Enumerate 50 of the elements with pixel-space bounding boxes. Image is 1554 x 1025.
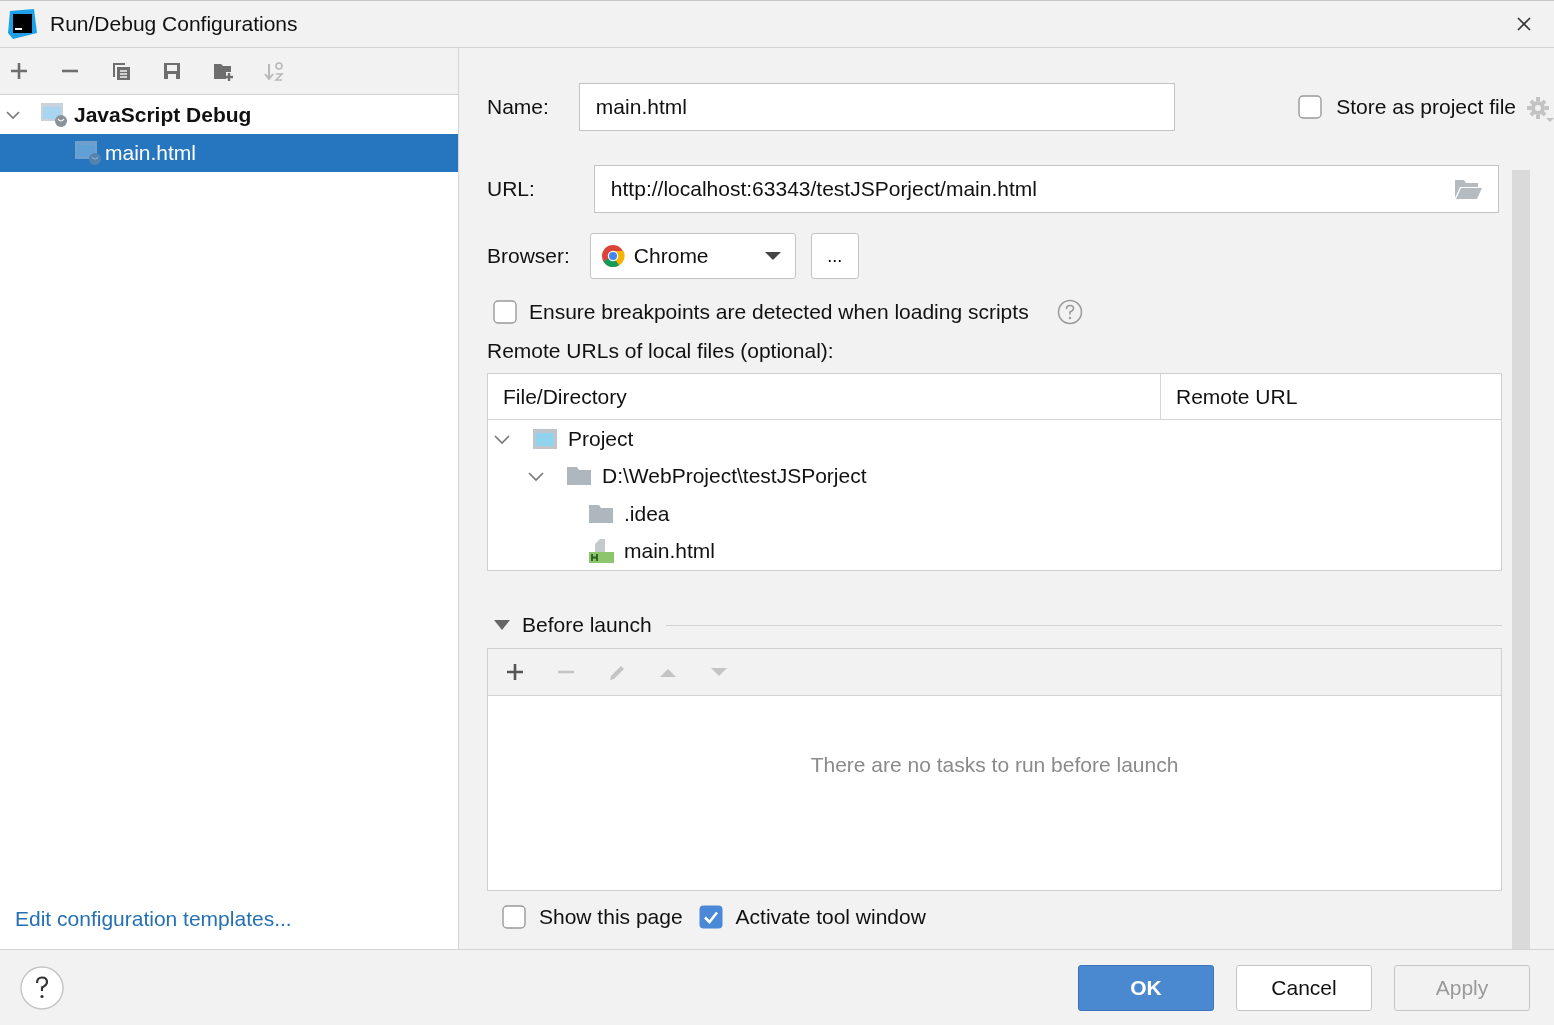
config-icon	[74, 139, 102, 167]
dialog-button[interactable]: OK	[1078, 964, 1214, 1011]
store-label: Store as project file	[1336, 95, 1516, 119]
folder-icon[interactable]	[1453, 178, 1482, 200]
name-label: Name:	[487, 95, 549, 119]
section-title[interactable]: Before launch	[522, 613, 652, 637]
empty-message: There are no tasks to run before launch	[810, 753, 1179, 777]
browser-icon	[600, 244, 625, 268]
tree-item[interactable]: main.html	[0, 134, 458, 172]
collapse-icon[interactable]	[494, 619, 510, 631]
column-header[interactable]: File/Directory	[488, 374, 1161, 419]
url-label: URL:	[487, 177, 535, 201]
name-field[interactable]: main.html	[578, 83, 1175, 131]
tree-item[interactable]: main.html	[624, 539, 716, 564]
help-icon[interactable]	[20, 965, 64, 1010]
dialog-button[interactable]: Cancel	[1236, 964, 1372, 1011]
add-icon[interactable]	[9, 61, 29, 81]
browser-dropdown[interactable]: Chrome	[589, 233, 796, 279]
tree-item[interactable]: .idea	[624, 501, 670, 526]
app-logo	[7, 9, 37, 39]
config-icon	[40, 101, 68, 129]
close-icon[interactable]	[1516, 16, 1532, 32]
show-page-label: Show this page	[539, 905, 683, 929]
new-folder-icon[interactable]	[213, 61, 233, 81]
templates-link[interactable]: Edit configuration templates...	[15, 907, 292, 930]
save-icon[interactable]	[162, 61, 182, 81]
checkbox[interactable]	[698, 905, 723, 929]
scrollbar[interactable]	[1512, 170, 1530, 949]
browser-label: Browser:	[487, 244, 570, 268]
window-title: Run/Debug Configurations	[50, 12, 298, 36]
url-field[interactable]: http://localhost:63343/testJSPorject/main.html	[593, 165, 1499, 213]
project-icon	[532, 427, 558, 450]
column-header[interactable]: Remote URL	[1161, 374, 1298, 419]
copy-icon[interactable]	[111, 61, 131, 81]
checkbox[interactable]	[1298, 95, 1323, 119]
checkbox[interactable]	[493, 300, 517, 324]
caret-icon	[764, 251, 781, 261]
folder-icon	[588, 502, 614, 525]
ensure-label: Ensure breakpoints are detected when loading scripts	[529, 300, 1029, 324]
tree-item[interactable]: JavaScript Debug	[0, 96, 458, 134]
add-icon[interactable]	[505, 662, 525, 682]
activate-label: Activate tool window	[735, 905, 926, 929]
tree-item[interactable]: Project	[568, 426, 634, 451]
checkbox[interactable]	[502, 905, 526, 929]
browse-button[interactable]: ...	[810, 233, 859, 279]
remote-urls-label: Remote URLs of local files (optional):	[487, 339, 835, 363]
tree-item[interactable]: D:\WebProject\testJSPorject	[602, 464, 867, 489]
html-file-icon	[588, 538, 614, 565]
chevron-icon[interactable]	[6, 108, 20, 122]
folder-icon	[566, 465, 592, 488]
